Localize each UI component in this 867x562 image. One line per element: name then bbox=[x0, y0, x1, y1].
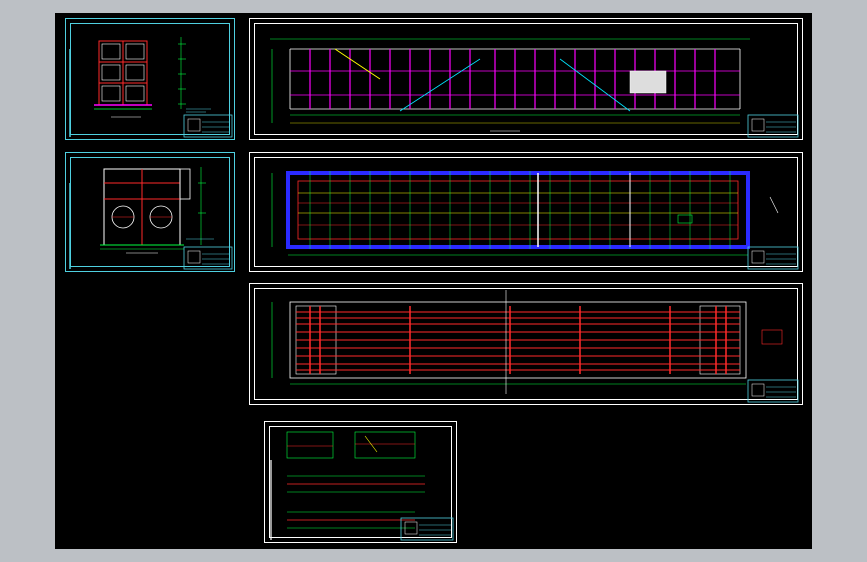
details-sheet[interactable] bbox=[264, 421, 457, 543]
details-drawing bbox=[270, 431, 454, 541]
cross-section-2-drawing bbox=[69, 167, 233, 270]
cross-section-sheet-1[interactable] bbox=[65, 18, 235, 140]
cross-section-sheet-2[interactable] bbox=[65, 152, 235, 272]
reinforcement-plan-drawing bbox=[271, 290, 799, 403]
longitudinal-section-drawing bbox=[270, 38, 799, 138]
reinforcement-plan-sheet[interactable] bbox=[249, 283, 803, 405]
longitudinal-section-sheet[interactable] bbox=[249, 18, 803, 140]
drawing-canvas[interactable] bbox=[55, 13, 812, 549]
plan-view-sheet[interactable] bbox=[249, 152, 803, 272]
cross-section-1-drawing bbox=[69, 37, 233, 138]
plan-view-drawing bbox=[271, 171, 799, 270]
